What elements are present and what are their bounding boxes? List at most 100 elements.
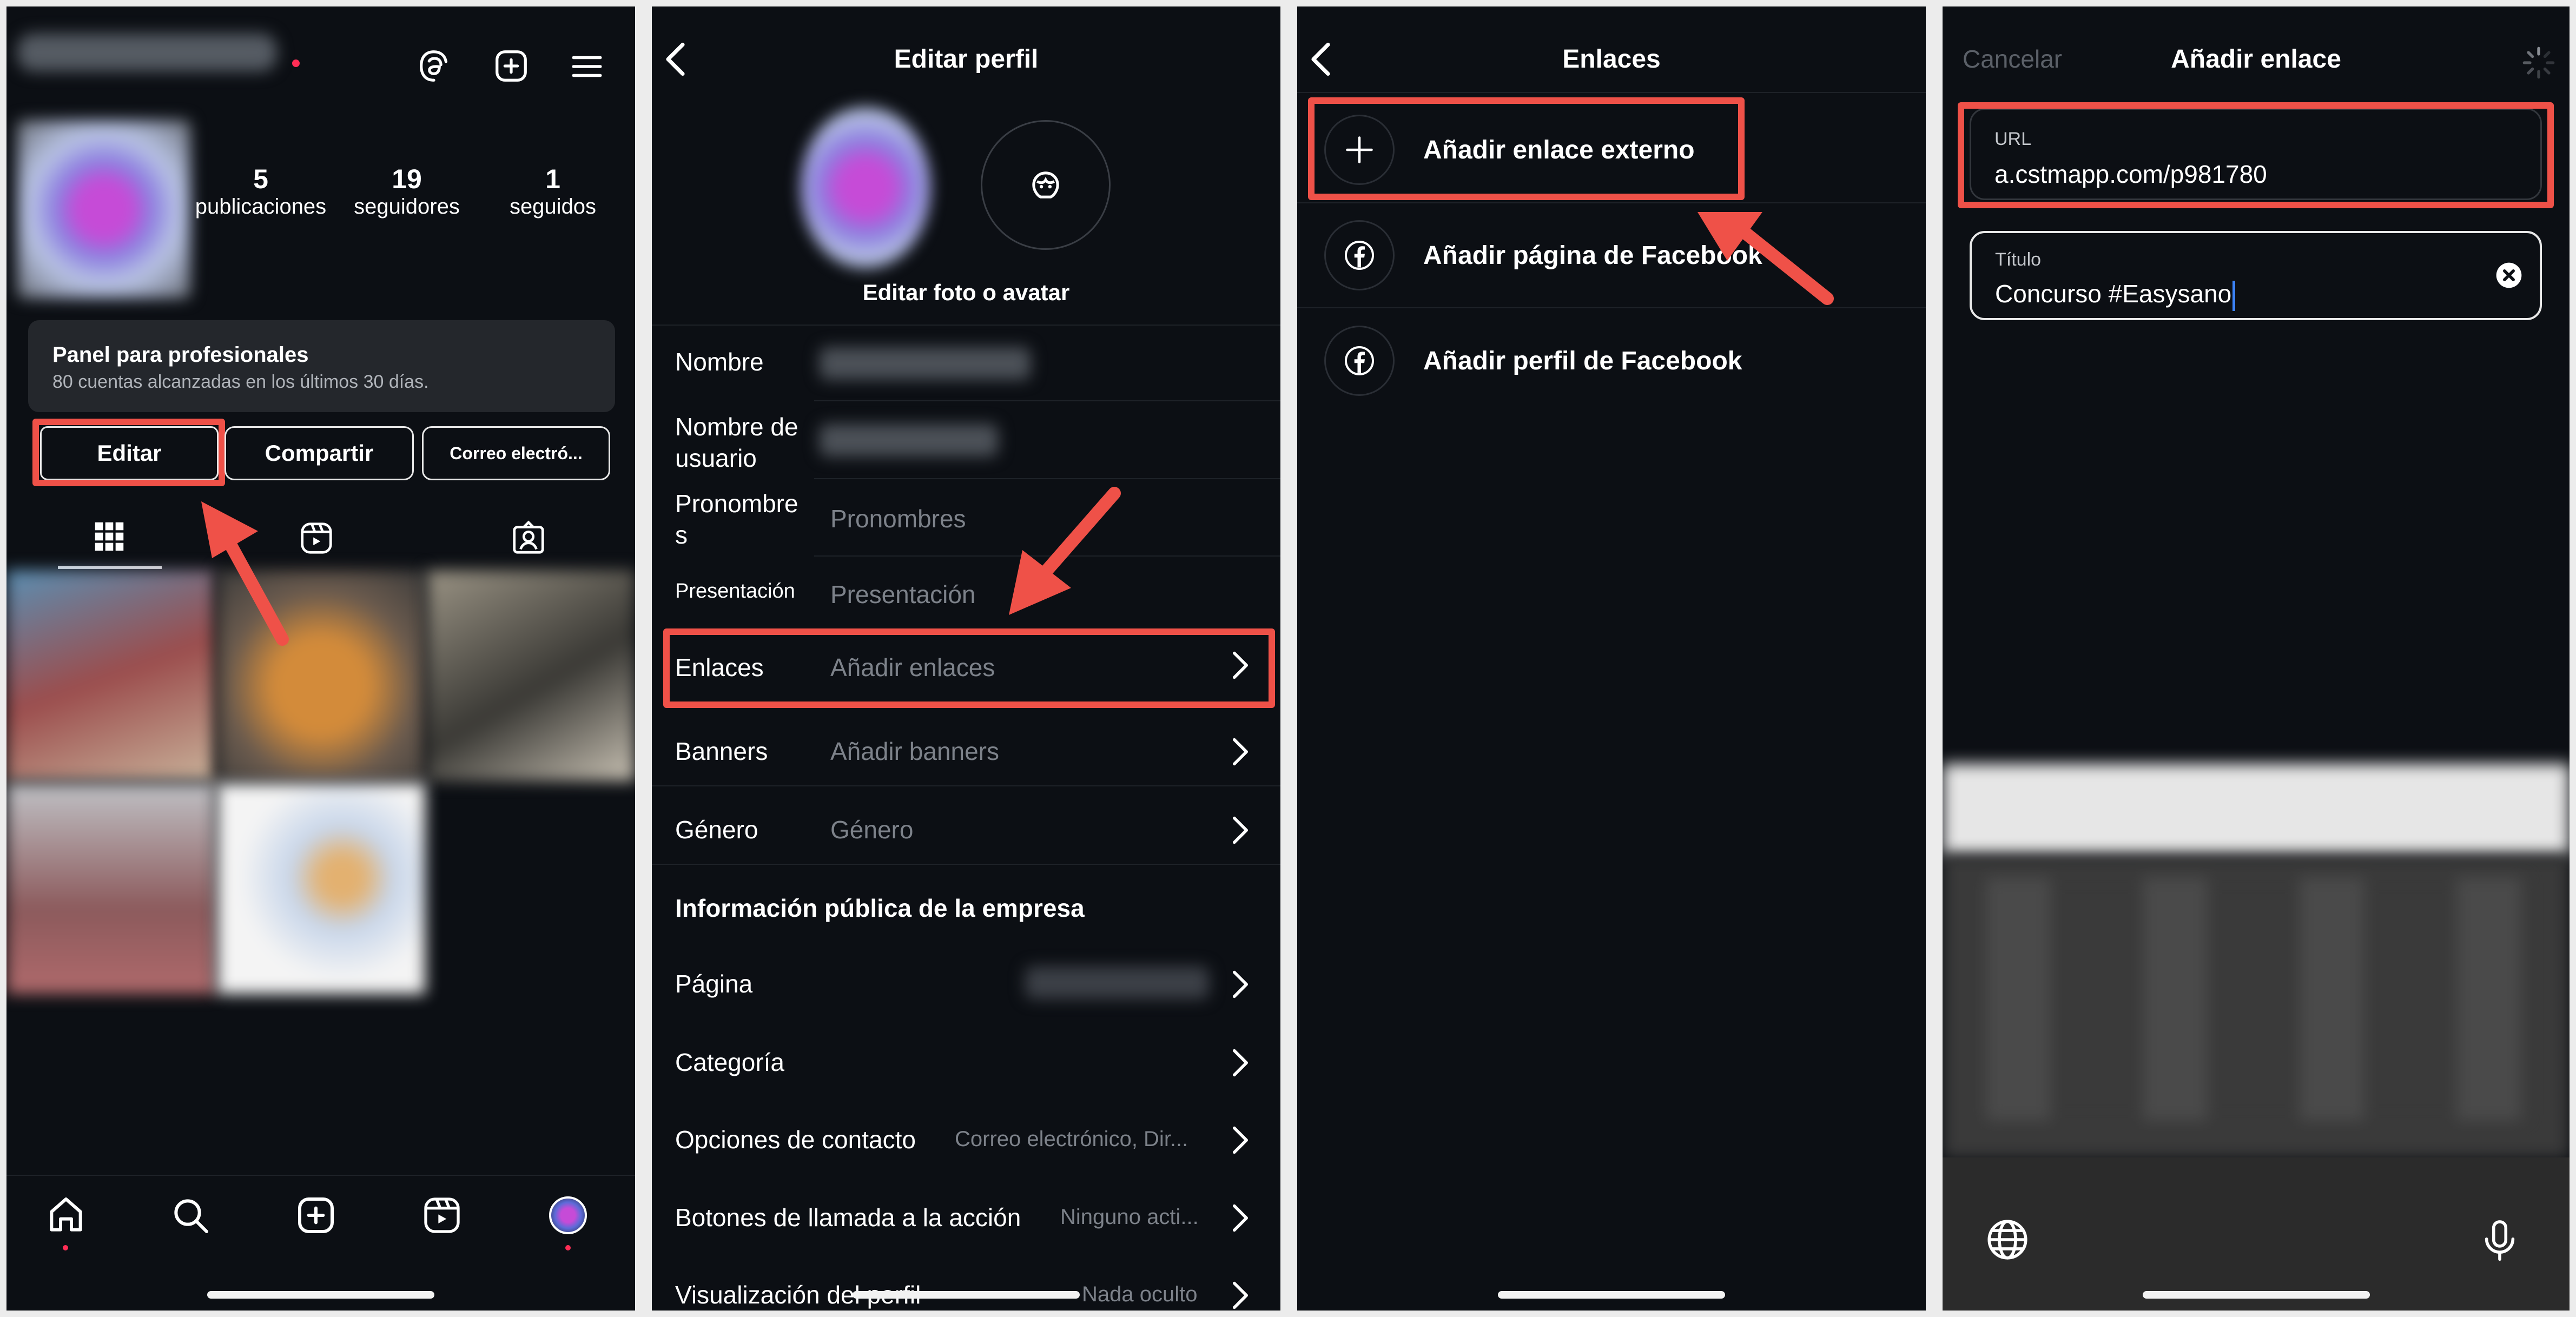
home-indicator (207, 1291, 434, 1299)
title-field[interactable]: Título Concurso #Easysano (1970, 231, 2542, 320)
notification-dot (292, 59, 300, 67)
arrow-to-add-external-icon (1697, 212, 1834, 305)
page-value-blurred (1025, 967, 1209, 999)
keyboard-key-cluster (1986, 877, 2527, 1121)
stat-following[interactable]: 1 seguidos (477, 163, 629, 219)
bio-input[interactable]: Presentación (830, 580, 976, 609)
title-field-value: Concurso #Easysano (1995, 279, 2236, 311)
divider (652, 325, 1280, 326)
nav-divider (6, 1175, 635, 1176)
highlight-edit-button (32, 419, 225, 486)
username-blurred (17, 34, 277, 71)
cta-label: Botones de llamada a la acción (675, 1203, 1021, 1232)
profile-display-row[interactable]: Visualización del perfil Nada oculto (652, 1253, 1280, 1311)
home-indicator (2142, 1291, 2370, 1299)
stat-followers[interactable]: 19 seguidores (331, 163, 483, 219)
contact-label: Opciones de contacto (675, 1126, 916, 1154)
home-nav-icon[interactable] (44, 1194, 88, 1237)
add-facebook-profile-label: Añadir perfil de Facebook (1423, 347, 1742, 375)
contact-value: Correo electrónico, Dir... (955, 1127, 1188, 1151)
cta-buttons-row[interactable]: Botones de llamada a la acción Ninguno a… (652, 1176, 1280, 1252)
profile-screen: 5 publicaciones 19 seguidores 1 seguidos… (6, 6, 635, 1311)
gender-placeholder: Género (830, 816, 914, 844)
category-row[interactable]: Categoría (652, 1021, 1280, 1096)
arrow-to-edit-icon (201, 501, 289, 646)
stat-followers-value: 19 (392, 164, 422, 194)
edit-profile-screen: Editar perfil Editar foto o avatar Nombr… (652, 6, 1280, 1311)
category-label: Categoría (675, 1048, 785, 1076)
edit-photo-link[interactable]: Editar foto o avatar (652, 280, 1280, 306)
page-title: Editar perfil (894, 45, 1039, 74)
facebook-icon (1345, 346, 1374, 375)
username-label: Nombre de usuario (675, 413, 798, 472)
stat-following-value: 1 (545, 164, 560, 194)
username-value-blurred[interactable] (820, 424, 998, 456)
banners-chevron-icon (1233, 738, 1249, 766)
share-profile-button[interactable]: Compartir (224, 426, 414, 480)
stat-posts[interactable]: 5 publicaciones (185, 163, 336, 219)
divider (1297, 92, 1926, 93)
grid-tab-icon[interactable] (90, 518, 128, 555)
dashboard-subtitle: 80 cuentas alcanzadas en los últimos 30 … (52, 372, 429, 392)
globe-icon[interactable] (1983, 1215, 2032, 1264)
contact-chevron-icon (1233, 1126, 1249, 1154)
divider (652, 864, 1280, 865)
stat-following-label: seguidos (509, 195, 597, 219)
links-screen: Enlaces Añadir enlace externo Añadir pág… (1297, 6, 1926, 1311)
microphone-icon[interactable] (2475, 1215, 2524, 1267)
title-field-label: Título (1995, 249, 2042, 270)
page-title: Enlaces (1562, 45, 1661, 74)
menu-icon[interactable] (569, 49, 605, 84)
clear-text-icon[interactable] (2494, 260, 2524, 290)
active-tab-indicator (58, 566, 162, 569)
post-thumbnail-5[interactable] (217, 783, 425, 994)
cta-value: Ninguno acti... (1060, 1205, 1199, 1229)
profile-nav-avatar[interactable] (549, 1196, 587, 1234)
arrow-to-links-icon (1009, 487, 1121, 615)
cta-chevron-icon (1233, 1204, 1249, 1232)
avatar[interactable] (17, 120, 190, 299)
text-cursor (2232, 280, 2236, 311)
display-value: Nada oculto (1082, 1282, 1198, 1306)
professional-dashboard[interactable]: Panel para profesionales 80 cuentas alca… (28, 320, 615, 412)
banners-placeholder: Añadir banners (830, 737, 999, 765)
bio-label: Presentación (675, 580, 795, 603)
home-indicator (853, 1291, 1080, 1299)
name-label: Nombre (675, 348, 764, 376)
loading-spinner-icon (2522, 47, 2555, 79)
highlight-links-row (663, 628, 1275, 708)
add-link-screen: Cancelar Añadir enlace URL a.cstmapp.com… (1943, 6, 2570, 1311)
banners-label: Banners (675, 737, 768, 765)
display-chevron-icon (1233, 1281, 1249, 1309)
search-nav-icon[interactable] (169, 1194, 212, 1237)
profile-nav-dot (565, 1245, 571, 1250)
gender-label: Género (675, 816, 758, 844)
share-profile-label: Compartir (265, 440, 374, 466)
threads-icon[interactable] (415, 47, 453, 85)
create-post-icon[interactable] (492, 47, 530, 85)
reels-nav-icon[interactable] (420, 1194, 464, 1237)
highlight-url-field (1958, 102, 2554, 208)
profile-photo[interactable] (801, 107, 930, 269)
home-indicator (1498, 1291, 1725, 1299)
create-nav-icon[interactable] (294, 1194, 338, 1237)
name-value-blurred[interactable] (820, 347, 1031, 380)
add-facebook-profile-row[interactable]: Añadir perfil de Facebook (1297, 309, 1926, 412)
stat-posts-value: 5 (253, 164, 268, 194)
gender-row[interactable]: Género Género (652, 788, 1280, 864)
divider (814, 400, 1280, 401)
post-thumbnail-4[interactable] (6, 783, 215, 994)
tagged-tab-icon[interactable] (510, 519, 547, 557)
contact-options-row[interactable]: Opciones de contacto Correo electrónico,… (652, 1098, 1280, 1174)
post-thumbnail-3[interactable] (427, 570, 635, 781)
pronouns-input[interactable]: Pronombres (830, 504, 966, 533)
email-button[interactable]: Correo electró... (422, 426, 610, 480)
divider (652, 785, 1280, 786)
home-nav-dot (63, 1245, 68, 1250)
banners-row[interactable]: Banners Añadir banners (652, 710, 1280, 785)
pronouns-label: Pronombres (675, 489, 798, 549)
title-field-text: Concurso #Easysano (1995, 280, 2232, 308)
avatar-face-icon (1032, 171, 1059, 198)
page-row[interactable]: Página (652, 942, 1280, 1018)
dashboard-title: Panel para profesionales (52, 343, 309, 367)
